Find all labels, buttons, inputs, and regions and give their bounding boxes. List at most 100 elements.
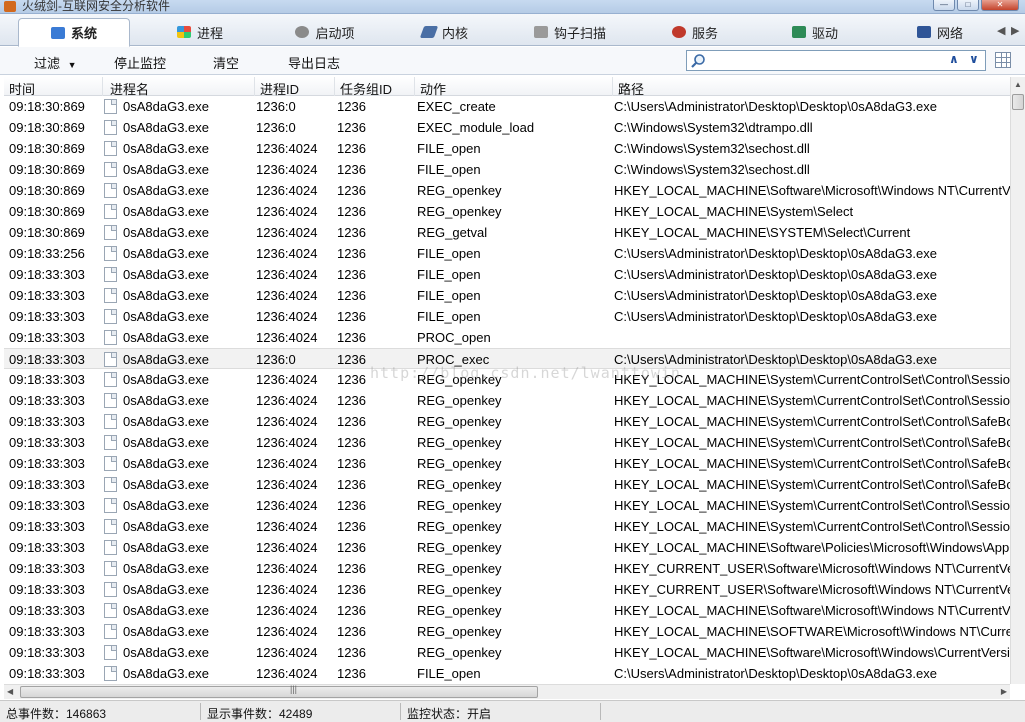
cell-task-group: 1236 (337, 561, 366, 576)
cell-process: 0sA8daG3.exe (123, 204, 210, 219)
table-row[interactable]: 09:18:33:256 0sA8daG3.exe 1236:4024 1236 FIL… (4, 243, 1010, 264)
table-row[interactable]: 09:18:30:869 0sA8daG3.exe 1236:4024 1236 FIL… (4, 138, 1010, 159)
cell-task-group: 1236 (337, 120, 366, 135)
horizontal-scroll-thumb[interactable]: ||| (20, 684, 538, 698)
tab-system[interactable]: 系统 (18, 18, 130, 47)
cell-pid: 1236:4024 (256, 204, 318, 219)
cell-pid: 1236:4024 (256, 519, 318, 534)
filter-label: 过滤 (34, 56, 61, 71)
cell-process: 0sA8daG3.exe (123, 414, 210, 429)
column-divider[interactable] (254, 77, 255, 96)
column-divider[interactable] (612, 77, 613, 96)
tab-scroll-left-icon[interactable]: ◀ (997, 24, 1005, 37)
file-icon (104, 414, 117, 429)
stop-monitor-button[interactable]: 停止监控 (114, 53, 166, 72)
filter-button[interactable]: 过滤 ▼ (34, 53, 77, 72)
cell-pid: 1236:4024 (256, 372, 318, 387)
table-row[interactable]: 09:18:33:303 0sA8daG3.exe 1236:4024 1236 REG… (4, 579, 1010, 600)
table-row[interactable]: 09:18:33:303 0sA8daG3.exe 1236:4024 1236 REG… (4, 474, 1010, 495)
system-monitor-icon (50, 26, 65, 39)
clear-button[interactable]: 清空 (213, 53, 239, 72)
scroll-grip-icon: ||| (290, 684, 298, 694)
table-row[interactable]: 09:18:30:869 0sA8daG3.exe 1236:0 1236 EXEC_c… (4, 96, 1010, 117)
file-icon (104, 645, 117, 660)
table-row[interactable]: 09:18:33:303 0sA8daG3.exe 1236:4024 1236 REG… (4, 558, 1010, 579)
cell-action: FILE_open (417, 162, 481, 177)
cell-path: HKEY_LOCAL_MACHINE\Software\Microsoft\Wi… (614, 645, 1010, 660)
table-row[interactable]: 09:18:33:303 0sA8daG3.exe 1236:4024 1236 REG… (4, 495, 1010, 516)
close-icon[interactable]: ✕ (981, 0, 1019, 11)
table-row[interactable]: 09:18:33:303 0sA8daG3.exe 1236:4024 1236 REG… (4, 642, 1010, 663)
table-row[interactable]: 09:18:33:303 0sA8daG3.exe 1236:4024 1236 REG… (4, 621, 1010, 642)
column-divider[interactable] (414, 77, 415, 96)
file-icon (104, 99, 117, 114)
cell-process: 0sA8daG3.exe (123, 267, 210, 282)
cell-time: 09:18:33:303 (9, 330, 85, 345)
maximize-icon[interactable]: □ (957, 0, 979, 11)
file-icon (104, 456, 117, 471)
table-row[interactable]: 09:18:33:303 0sA8daG3.exe 1236:4024 1236 FIL… (4, 264, 1010, 285)
minimize-icon[interactable]: — (933, 0, 955, 11)
table-row[interactable]: 09:18:33:303 0sA8daG3.exe 1236:4024 1236 FIL… (4, 306, 1010, 327)
tab-kernel[interactable]: 内核 (405, 18, 485, 46)
file-icon (104, 393, 117, 408)
cell-path: HKEY_CURRENT_USER\Software\Microsoft\Win… (614, 561, 1010, 576)
column-divider[interactable] (334, 77, 335, 96)
table-row[interactable]: 09:18:33:303 0sA8daG3.exe 1236:4024 1236 REG… (4, 600, 1010, 621)
cell-pid: 1236:4024 (256, 477, 318, 492)
horizontal-scrollbar[interactable]: ◀ ||| ▶ (4, 684, 1010, 699)
tab-driver[interactable]: 驱动 (775, 18, 855, 46)
file-icon (104, 183, 117, 198)
column-settings-icon[interactable] (995, 52, 1011, 68)
table-row[interactable]: 09:18:33:303 0sA8daG3.exe 1236:4024 1236 REG… (4, 411, 1010, 432)
cell-path: HKEY_LOCAL_MACHINE\System\CurrentControl… (614, 498, 1010, 513)
scroll-right-icon[interactable]: ▶ (1001, 687, 1007, 696)
cell-task-group: 1236 (337, 645, 366, 660)
cell-path: HKEY_LOCAL_MACHINE\System\CurrentControl… (614, 414, 1010, 429)
tab-service[interactable]: 服务 (655, 18, 735, 46)
table-row[interactable]: 09:18:33:303 0sA8daG3.exe 1236:4024 1236 REG… (4, 537, 1010, 558)
cell-path: C:\Users\Administrator\Desktop\Desktop\0… (614, 267, 937, 282)
table-row[interactable]: 09:18:33:303 0sA8daG3.exe 1236:4024 1236 PRO… (4, 327, 1010, 348)
search-next-icon[interactable]: ∨ (969, 52, 979, 66)
table-row[interactable]: 09:18:30:869 0sA8daG3.exe 1236:0 1236 EXEC_m… (4, 117, 1010, 138)
cell-action: REG_openkey (417, 183, 502, 198)
cell-action: REG_openkey (417, 624, 502, 639)
table-row[interactable]: 09:18:33:303 0sA8daG3.exe 1236:4024 1236 REG… (4, 432, 1010, 453)
cell-process: 0sA8daG3.exe (123, 645, 210, 660)
table-row[interactable]: 09:18:33:303 0sA8daG3.exe 1236:4024 1236 REG… (4, 453, 1010, 474)
vertical-scroll-thumb[interactable] (1012, 94, 1024, 110)
cell-time: 09:18:33:303 (9, 414, 85, 429)
scroll-left-icon[interactable]: ◀ (7, 687, 13, 696)
cell-path: HKEY_LOCAL_MACHINE\System\CurrentControl… (614, 456, 1010, 471)
cell-path: HKEY_LOCAL_MACHINE\System\CurrentControl… (614, 393, 1010, 408)
column-divider[interactable] (102, 77, 103, 96)
status-divider (200, 703, 201, 720)
tab-label: 启动项 (315, 25, 355, 41)
table-row[interactable]: 09:18:33:303 0sA8daG3.exe 1236:4024 1236 FIL… (4, 663, 1010, 684)
cell-task-group: 1236 (337, 99, 366, 114)
table-row[interactable]: 09:18:33:303 0sA8daG3.exe 1236:4024 1236 FIL… (4, 285, 1010, 306)
cell-process: 0sA8daG3.exe (123, 99, 210, 114)
table-row[interactable]: 09:18:33:303 0sA8daG3.exe 1236:4024 1236 REG… (4, 516, 1010, 537)
search-prev-icon[interactable]: ∧ (949, 52, 959, 66)
table-row[interactable]: 09:18:30:869 0sA8daG3.exe 1236:4024 1236 REG… (4, 201, 1010, 222)
tab-hook-scan[interactable]: 钩子扫描 (520, 18, 620, 46)
tab-process[interactable]: 进程 (160, 18, 240, 46)
table-row[interactable]: 09:18:30:869 0sA8daG3.exe 1236:4024 1236 FIL… (4, 159, 1010, 180)
tab-scroll-right-icon[interactable]: ▶ (1011, 24, 1019, 37)
cell-task-group: 1236 (337, 477, 366, 492)
table-row[interactable]: 09:18:30:869 0sA8daG3.exe 1236:4024 1236 REG… (4, 222, 1010, 243)
scroll-up-icon[interactable]: ▲ (1014, 80, 1022, 89)
search-icon (691, 54, 705, 68)
tab-network[interactable]: 网络 (900, 18, 980, 46)
cell-process: 0sA8daG3.exe (123, 393, 210, 408)
cell-pid: 1236:4024 (256, 330, 318, 345)
tab-startup[interactable]: 启动项 (280, 18, 370, 46)
table-row[interactable]: 09:18:30:869 0sA8daG3.exe 1236:4024 1236 REG… (4, 180, 1010, 201)
table-row[interactable]: 09:18:33:303 0sA8daG3.exe 1236:4024 1236 REG… (4, 390, 1010, 411)
vertical-scrollbar[interactable]: ▲ (1010, 77, 1025, 684)
export-log-button[interactable]: 导出日志 (288, 53, 340, 72)
search-input[interactable] (709, 52, 937, 69)
cell-action: REG_openkey (417, 561, 502, 576)
